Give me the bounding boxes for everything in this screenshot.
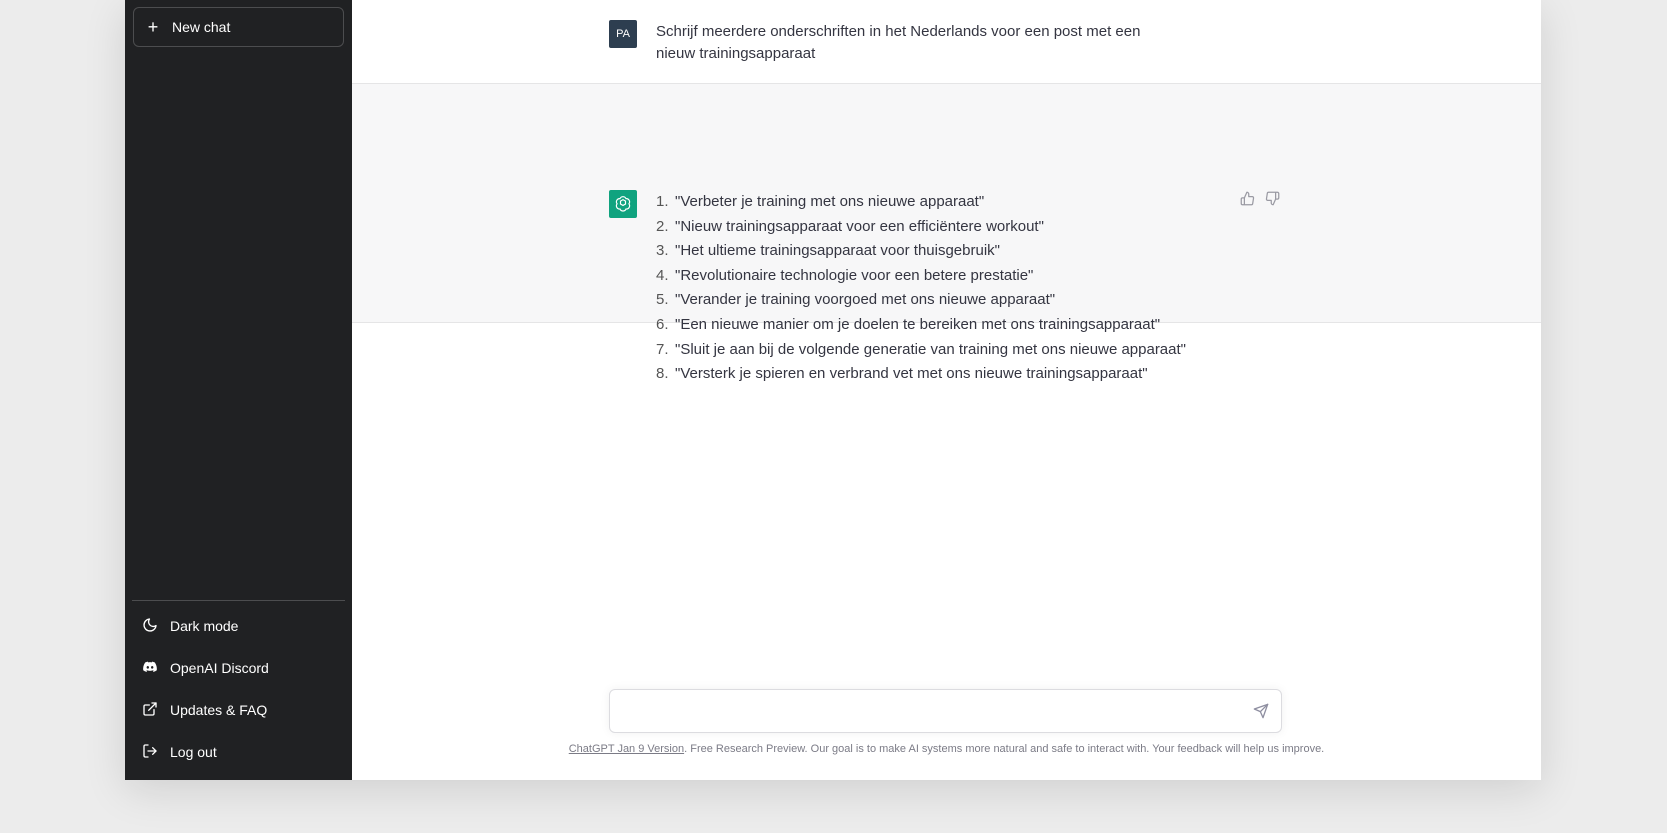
- assistant-answer-list: 1. "Verbeter je training met ons nieuwe a…: [656, 191, 1186, 388]
- message-composer: [609, 689, 1282, 733]
- moon-icon: [142, 617, 158, 636]
- user-avatar: PA: [609, 20, 637, 48]
- footer-disclaimer: ChatGPT Jan 9 Version. Free Research Pre…: [352, 743, 1541, 755]
- sidebar-item-discord[interactable]: OpenAI Discord: [133, 647, 344, 689]
- sidebar-item-label: OpenAI Discord: [170, 660, 269, 676]
- feedback-buttons: [1240, 191, 1280, 211]
- logout-icon: [142, 743, 158, 762]
- sidebar-item-log-out[interactable]: Log out: [133, 731, 344, 773]
- user-message-row: PA Schrijf meerdere onderschriften in he…: [352, 0, 1541, 84]
- sidebar: + New chat Dark mode OpenAI Discord Upda…: [125, 0, 352, 780]
- user-message-text: Schrijf meerdere onderschriften in het N…: [656, 23, 1141, 62]
- assistant-avatar: [609, 190, 637, 218]
- thumbs-up-icon[interactable]: [1240, 191, 1255, 211]
- app-window: + New chat Dark mode OpenAI Discord Upda…: [125, 0, 1541, 780]
- version-link[interactable]: ChatGPT Jan 9 Version: [569, 743, 684, 755]
- list-item: 4. "Revolutionaire technologie voor een b…: [656, 266, 1034, 284]
- new-chat-button[interactable]: + New chat: [133, 7, 344, 47]
- send-button[interactable]: [1253, 703, 1271, 721]
- assistant-message-row: 1. "Verbeter je training met ons nieuwe a…: [352, 84, 1541, 382]
- list-item: 7. "Sluit je aan bij de volgende generati…: [656, 340, 1186, 358]
- footer-text: . Free Research Preview. Our goal is to …: [684, 743, 1325, 755]
- list-item: 1. "Verbeter je training met ons nieuwe a…: [656, 193, 985, 210]
- list-item: 5. "Verander je training voorgoed met ons…: [656, 291, 1056, 309]
- sidebar-item-label: Dark mode: [170, 618, 239, 634]
- external-link-icon: [142, 701, 158, 720]
- plus-icon: +: [147, 17, 159, 37]
- list-item: 8. "Versterk je spieren en verbrand vet m…: [656, 365, 1148, 383]
- sidebar-item-dark-mode[interactable]: Dark mode: [133, 605, 344, 647]
- sidebar-item-updates-faq[interactable]: Updates & FAQ: [133, 689, 344, 731]
- message-input[interactable]: [624, 701, 1244, 723]
- list-item: 3. "Het ultieme trainingsapparaat voor th…: [656, 242, 1000, 260]
- discord-icon: [142, 659, 158, 678]
- sidebar-item-label: Log out: [170, 744, 217, 760]
- new-chat-label: New chat: [172, 19, 231, 35]
- sidebar-divider: [132, 600, 345, 601]
- sidebar-item-label: Updates & FAQ: [170, 702, 268, 718]
- thumbs-down-icon[interactable]: [1265, 191, 1280, 211]
- list-item: 6. "Een nieuwe manier om je doelen te ber…: [656, 315, 1161, 333]
- openai-logo-icon: [615, 196, 631, 212]
- conversation-list: [133, 47, 344, 600]
- chat-main: PA Schrijf meerdere onderschriften in he…: [352, 0, 1541, 780]
- send-icon: [1253, 703, 1269, 719]
- list-item: 2. "Nieuw trainingsapparaat voor een effi…: [656, 217, 1044, 235]
